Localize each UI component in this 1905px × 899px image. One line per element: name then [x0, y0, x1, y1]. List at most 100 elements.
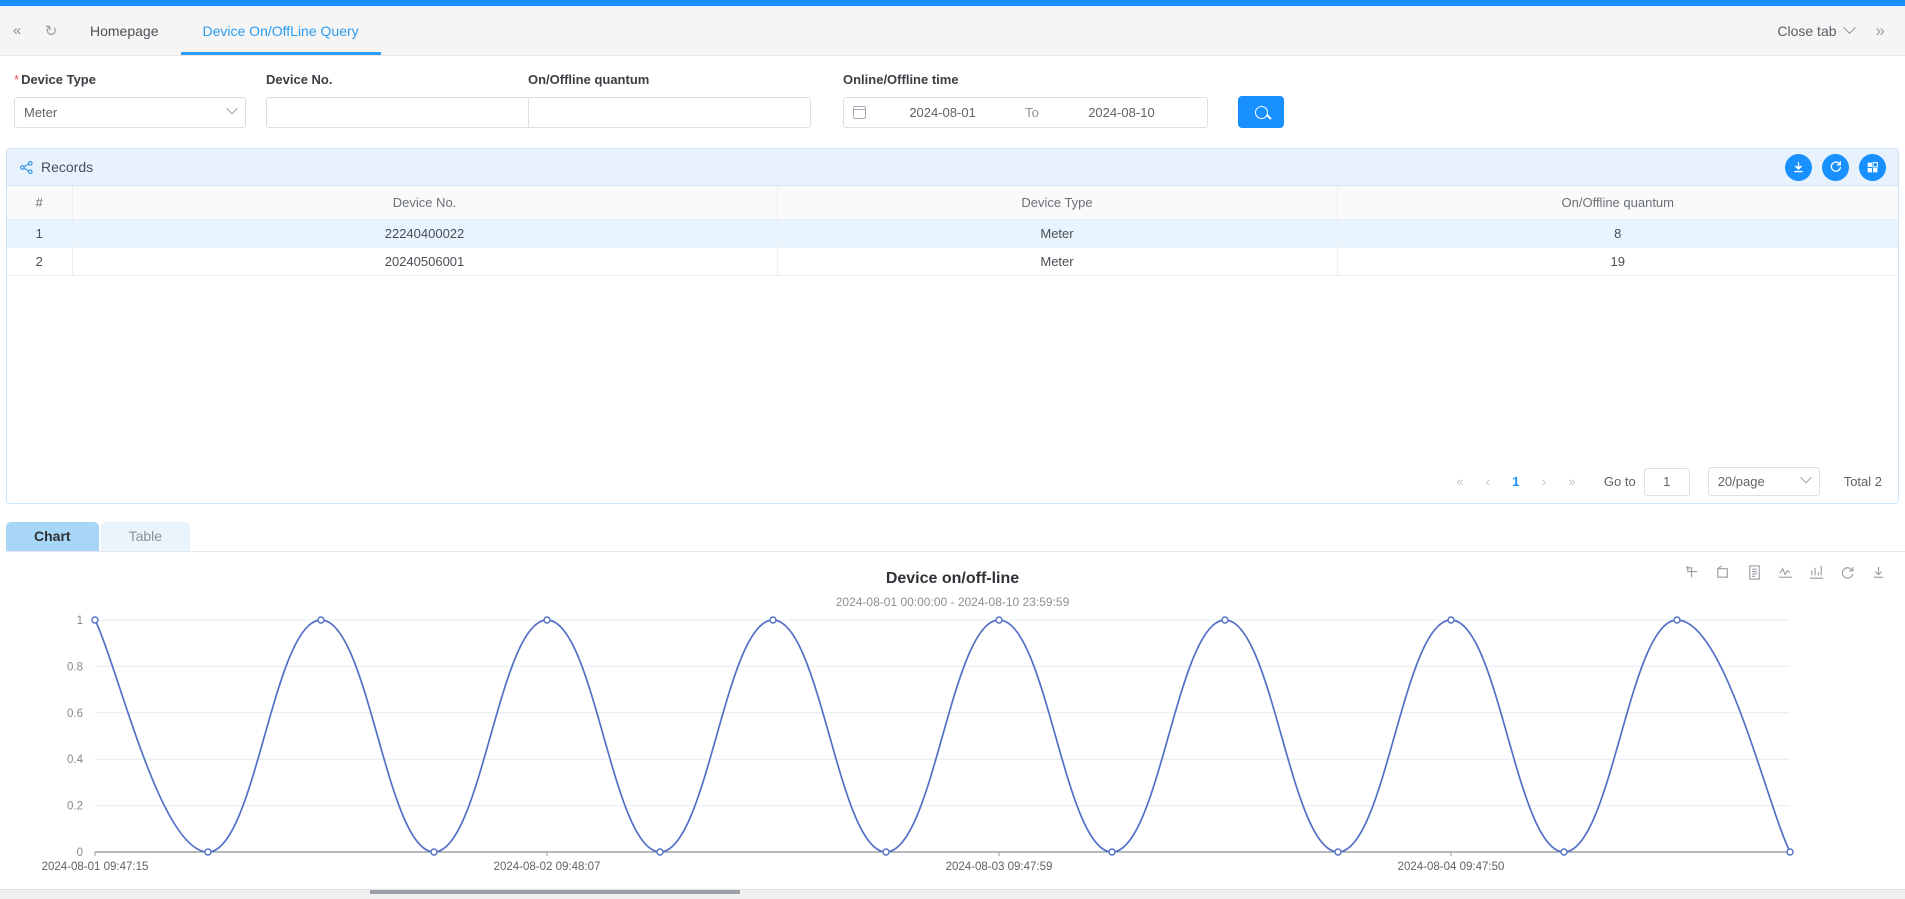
close-tab-button[interactable]: Close tab	[1771, 21, 1859, 39]
svg-text:0.4: 0.4	[67, 754, 84, 766]
column-header-quantum[interactable]: On/Offline quantum	[1337, 186, 1898, 220]
refresh-page-icon[interactable]: ↻	[34, 6, 68, 55]
share-icon	[19, 160, 34, 175]
data-view-icon[interactable]	[1746, 564, 1763, 581]
records-header: Records	[7, 149, 1898, 186]
cell-quantum: 8	[1337, 219, 1898, 248]
online-offline-time-label: Online/Offline time	[843, 72, 959, 87]
chart-view-tabs: Chart Table	[6, 521, 1905, 552]
field-online-offline-time: Online/Offline time 2024-08-01 To 2024-0…	[843, 72, 1208, 128]
tab-chart[interactable]: Chart	[6, 521, 99, 551]
device-type-value: Meter	[24, 105, 58, 120]
cell-device-no: 20240506001	[72, 247, 778, 276]
close-tab-label: Close tab	[1777, 22, 1837, 39]
chart-x-axis-labels: 2024-08-01 09:47:15 2024-08-02 09:48:07 20…	[42, 851, 1505, 873]
column-header-device-type[interactable]: Device Type	[777, 186, 1338, 220]
page-size-select[interactable]: 20/page	[1707, 467, 1820, 496]
column-header-index[interactable]: #	[7, 186, 73, 220]
field-on-offline-quantum: On/Offline quantum	[528, 72, 843, 128]
chart-y-axis-labels: 0 0.2 0.4 0.6 0.8 1	[67, 615, 84, 859]
device-type-select[interactable]: Meter	[14, 97, 246, 128]
cell-index: 2	[7, 247, 73, 276]
collapse-sidebar-icon[interactable]: «	[0, 6, 34, 55]
chevron-down-icon	[1842, 21, 1856, 35]
table-row[interactable]: 2 20240506001 Meter 19	[7, 247, 1898, 276]
goto-input[interactable]: 1	[1643, 467, 1690, 496]
pagination: « ‹ 1 › » Go to 1 20/page Total 2	[7, 460, 1898, 503]
cell-quantum: 19	[1337, 247, 1898, 276]
date-range-separator: To	[1025, 105, 1039, 120]
svg-text:2024-08-04 09:47:50: 2024-08-04 09:47:50	[1398, 861, 1505, 873]
download-icon[interactable]	[1870, 564, 1887, 581]
svg-text:2024-08-03 09:47:59: 2024-08-03 09:47:59	[946, 861, 1053, 873]
query-form: * Device Type Meter Device No. On/Offline…	[0, 56, 1905, 142]
tab-table[interactable]: Table	[100, 521, 191, 551]
date-range-end: 2024-08-10	[1088, 105, 1155, 120]
cell-device-type: Meter	[777, 247, 1338, 276]
expand-icon[interactable]: »	[1866, 21, 1895, 41]
tab-device-on-offline-query[interactable]: Device On/OffLine Query	[180, 6, 381, 55]
required-marker: *	[14, 72, 20, 87]
bottom-scrollbar[interactable]	[0, 889, 1905, 899]
pagination-last[interactable]: »	[1558, 468, 1586, 496]
field-device-no: Device No.	[266, 72, 551, 128]
svg-text:0: 0	[77, 847, 83, 859]
total-count-label: Total 2	[1843, 474, 1882, 489]
device-type-label: * Device Type	[14, 72, 266, 88]
chart-series-line	[94, 618, 1791, 853]
tab-bar: « ↻ Homepage Device On/OffLine Query Clo…	[0, 6, 1905, 56]
pagination-page-1[interactable]: 1	[1502, 474, 1530, 489]
chevron-down-icon	[226, 102, 238, 114]
device-no-label: Device No.	[266, 72, 333, 87]
area-zoom-icon[interactable]	[1684, 564, 1701, 581]
line-chart-icon[interactable]	[1777, 564, 1794, 581]
cell-device-type: Meter	[777, 219, 1338, 248]
records-title: Records	[41, 159, 94, 175]
chart-toolbar	[1684, 564, 1887, 581]
column-header-device-no[interactable]: Device No.	[72, 186, 778, 220]
tab-bar-right-controls: Close tab »	[1771, 6, 1905, 55]
chart-title: Device on/off-line	[885, 569, 1020, 587]
chart-plot[interactable]: 00.20.40.60.81 2024-08-01 09:47:15 2024-0…	[0, 602, 1905, 887]
svg-text:0.6: 0.6	[67, 707, 83, 719]
on-offline-quantum-input[interactable]	[528, 97, 811, 128]
svg-text:2024-08-02 09:48:07: 2024-08-02 09:48:07	[494, 861, 601, 873]
on-offline-quantum-label: On/Offline quantum	[528, 72, 650, 87]
tab-homepage[interactable]: Homepage	[68, 6, 181, 55]
cell-index: 1	[7, 219, 73, 248]
device-no-input[interactable]	[266, 97, 551, 128]
records-actions	[1785, 153, 1886, 181]
pagination-next[interactable]: ›	[1530, 468, 1558, 496]
field-device-type: * Device Type Meter	[14, 72, 266, 128]
table-empty-space	[7, 275, 1898, 461]
refresh-button[interactable]	[1822, 153, 1849, 181]
chart-gridlines	[95, 619, 1790, 806]
calendar-icon	[853, 106, 866, 119]
chevron-down-icon	[1800, 471, 1812, 483]
date-range-start: 2024-08-01	[909, 105, 976, 120]
chart-container: Device on/off-line 2024-08-01 00:00:00 -…	[0, 551, 1905, 887]
search-button[interactable]	[1238, 96, 1284, 128]
table-header-row: # Device No. Device Type On/Offline quan…	[7, 186, 1898, 220]
table-row[interactable]: 1 22240400022 Meter 8	[7, 219, 1898, 248]
records-panel: Records # Device No. Device Type On/Offl…	[6, 148, 1899, 504]
device-type-label-text: Device Type	[21, 72, 96, 87]
bar-chart-icon[interactable]	[1808, 564, 1825, 581]
svg-text:1: 1	[77, 615, 83, 627]
columns-button[interactable]	[1859, 153, 1886, 181]
refresh-icon[interactable]	[1839, 564, 1856, 581]
svg-text:2024-08-01 09:47:15: 2024-08-01 09:47:15	[42, 861, 149, 873]
goto-label: Go to	[1603, 474, 1636, 489]
search-icon	[1254, 105, 1268, 119]
scrollbar-thumb[interactable]	[370, 890, 740, 894]
pagination-prev[interactable]: ‹	[1474, 468, 1502, 496]
restore-zoom-icon[interactable]	[1715, 564, 1732, 581]
download-button[interactable]	[1785, 153, 1812, 181]
pagination-first[interactable]: «	[1446, 468, 1474, 496]
svg-text:0.8: 0.8	[67, 661, 83, 673]
online-offline-time-range-picker[interactable]: 2024-08-01 To 2024-08-10	[843, 97, 1208, 128]
records-table: # Device No. Device Type On/Offline quan…	[7, 186, 1898, 276]
svg-text:0.2: 0.2	[67, 800, 83, 812]
page-size-value: 20/page	[1717, 474, 1765, 489]
cell-device-no: 22240400022	[72, 219, 778, 248]
